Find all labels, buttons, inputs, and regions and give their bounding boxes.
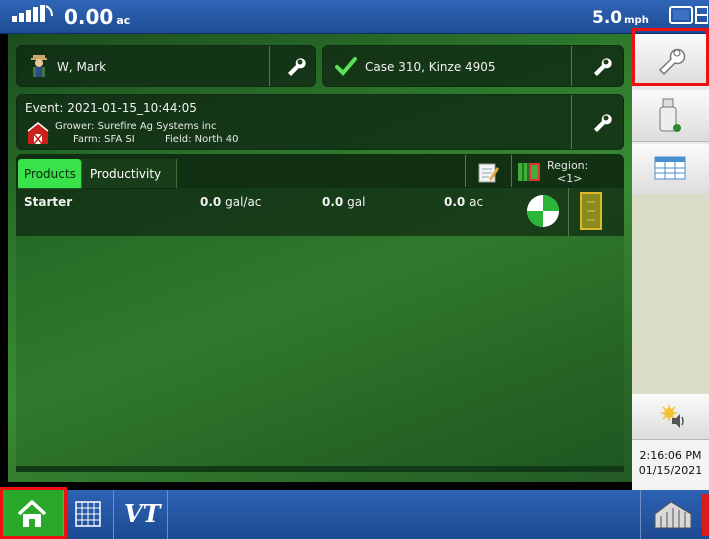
- grid-icon: [75, 501, 101, 527]
- product-volume-unit: gal: [347, 195, 366, 209]
- operator-panel[interactable]: W, Mark: [16, 45, 316, 87]
- clock-time: 2:16:06 PM: [639, 449, 702, 462]
- clock-date: 01/15/2021: [638, 464, 703, 477]
- sidebar-empty-area: [632, 194, 709, 414]
- total-area-unit: ac: [116, 14, 131, 27]
- event-title: Event: 2021-01-15_10:44:05: [25, 101, 197, 115]
- farmer-icon: [31, 55, 47, 77]
- speed-value: 5.0: [592, 8, 623, 28]
- wrench-icon[interactable]: [285, 56, 307, 78]
- speaker-icon: [661, 405, 684, 428]
- bottom-nav-bar: VT: [0, 490, 709, 539]
- display-screen: 0.00 ac 5.0 mph W, Mark Case 310, Kinze …: [0, 0, 709, 539]
- alert-edge-indicator[interactable]: [702, 494, 709, 536]
- vt-icon: VT: [124, 499, 161, 528]
- vt-button[interactable]: VT: [114, 490, 168, 539]
- checkmark-icon: [335, 57, 357, 76]
- usb-drive-icon: [659, 98, 681, 132]
- status-bar: 0.00 ac 5.0 mph: [0, 0, 709, 34]
- coverage-pie-icon[interactable]: [526, 194, 560, 228]
- product-rate: 0.0 gal/ac: [200, 195, 261, 209]
- wrench-icon[interactable]: [591, 56, 613, 78]
- region-value: <1>: [557, 172, 583, 185]
- gps-signal-icon[interactable]: [10, 4, 56, 26]
- ground-speed: 5.0 mph: [592, 8, 649, 28]
- tab-productivity[interactable]: Productivity: [81, 159, 177, 189]
- notepad-icon[interactable]: [477, 162, 499, 184]
- right-sidebar: 2:16:06 PM 01/15/2021: [632, 34, 709, 490]
- grid-button[interactable]: [64, 490, 114, 539]
- barn-icon: [27, 122, 49, 145]
- product-volume: 0.0 gal: [322, 195, 365, 209]
- product-list-area: [16, 236, 624, 472]
- region-map-icon[interactable]: [517, 161, 541, 183]
- grower-name: Grower: Surefire Ag Systems inc: [55, 121, 217, 132]
- total-area-value: 0.00: [64, 5, 114, 29]
- product-area-unit: ac: [469, 195, 484, 209]
- farm-name: Farm: SFA SI: [73, 134, 135, 145]
- wrench-icon[interactable]: [591, 112, 613, 134]
- region-label: Region:: [547, 159, 589, 172]
- usb-button[interactable]: [632, 90, 709, 142]
- tank-level-icon[interactable]: [580, 192, 602, 230]
- table-view-button[interactable]: [632, 144, 709, 196]
- operator-name: W, Mark: [57, 60, 107, 74]
- run-screen-main: W, Mark Case 310, Kinze 4905 Event: 2021…: [8, 34, 632, 482]
- product-volume-value: 0.0: [322, 195, 344, 209]
- speed-unit: mph: [624, 15, 649, 26]
- field-name: Field: North 40: [165, 134, 239, 145]
- event-panel[interactable]: Event: 2021-01-15_10:44:05 Grower: Suref…: [16, 94, 624, 150]
- semi-truck-icon: [654, 501, 692, 529]
- product-rate-unit: gal/ac: [225, 195, 262, 209]
- equipment-name: Case 310, Kinze 4905: [365, 60, 496, 74]
- product-area-value: 0.0: [444, 195, 466, 209]
- home-button-highlight: [0, 487, 67, 539]
- display-icon[interactable]: [668, 4, 708, 30]
- tab-products[interactable]: Products: [18, 159, 81, 189]
- product-rate-value: 0.0: [200, 195, 222, 209]
- product-name: Starter: [24, 195, 73, 209]
- clock-display: 2:16:06 PM 01/15/2021: [632, 440, 709, 490]
- product-tab-bar: Products Productivity Region: <1>: [16, 154, 624, 189]
- setup-button-highlight: [632, 28, 709, 86]
- total-area: 0.00 ac: [64, 5, 130, 29]
- truck-button[interactable]: [640, 490, 702, 539]
- equipment-panel[interactable]: Case 310, Kinze 4905: [322, 45, 624, 87]
- volume-button[interactable]: [632, 394, 709, 440]
- table-icon: [654, 156, 686, 180]
- product-row[interactable]: Starter 0.0 gal/ac 0.0 gal 0.0 ac: [16, 188, 624, 236]
- product-area: 0.0 ac: [444, 195, 483, 209]
